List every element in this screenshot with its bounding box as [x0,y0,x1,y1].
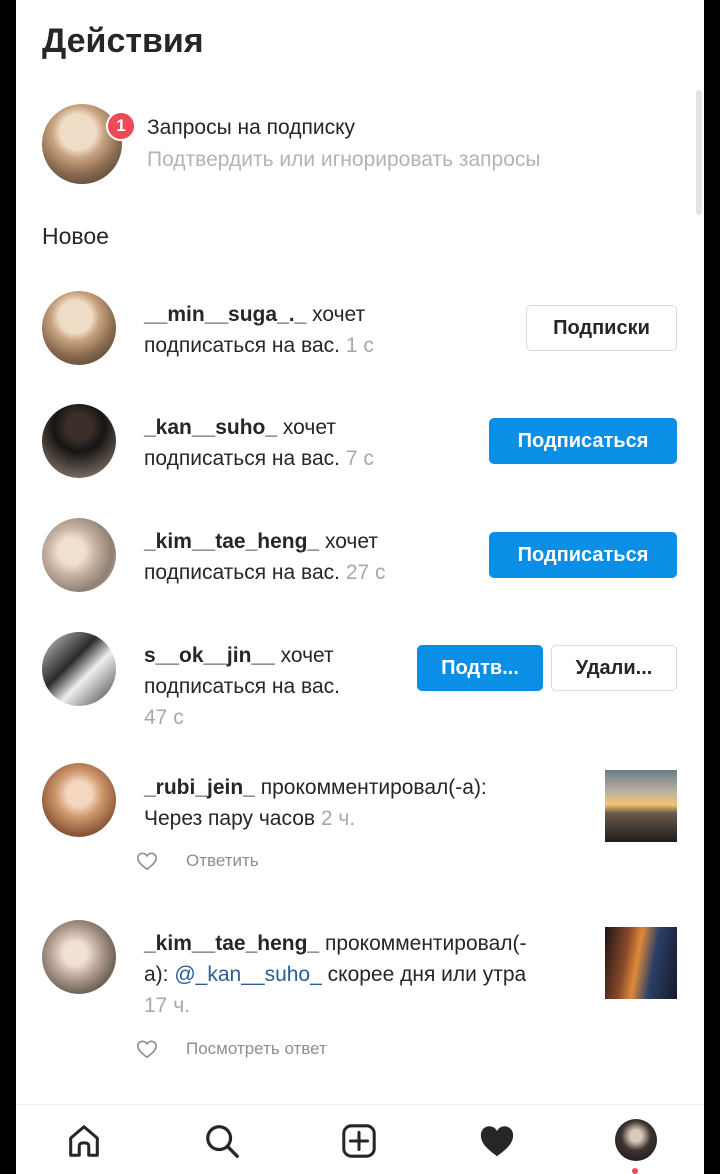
follow-request-text: _kan__suho_ хочет подписаться на вас. 7 … [144,416,374,470]
follow-request-text: _kim__tae_heng_ хочет подписаться на вас… [144,530,386,584]
username-link[interactable]: _kim__tae_heng_ [144,530,319,553]
username-link[interactable]: _rubi_jein_ [144,776,255,799]
user-avatar[interactable] [42,763,116,837]
user-avatar[interactable] [42,404,116,478]
user-avatar[interactable] [42,291,116,365]
delete-button[interactable]: Удали... [551,645,677,691]
page-title: Действия [42,22,204,60]
comment-text: _rubi_jein_ прокомментировал(-а): Через … [144,776,487,830]
requests-count-badge: 1 [106,111,136,141]
comment-text: _kim__tae_heng_ прокомментировал(- а): @… [144,932,527,1017]
user-avatar[interactable] [42,518,116,592]
activity-screen: Действия 1 Запросы на подписку Подтверди… [16,0,704,1174]
follow-request-text: __min__suga_._ хочет подписаться на вас.… [144,303,374,357]
user-avatar[interactable] [42,632,116,706]
like-heart-icon[interactable] [136,1039,158,1059]
username-link[interactable]: _kim__tae_heng_ [144,932,319,955]
follow-button[interactable]: Подписаться [489,418,677,464]
timestamp: 7 с [345,447,374,470]
notification-dot [632,1168,638,1174]
follow-request-text: s__ok__jin__ хочет подписаться на вас. 4… [144,644,340,729]
mention-link[interactable]: @_kan__suho_ [174,963,321,986]
timestamp: 17 ч. [144,994,190,1017]
tab-new-post[interactable] [339,1121,379,1161]
follow-requests-subtitle: Подтвердить или игнорировать запросы [147,148,541,171]
add-post-icon [342,1124,376,1158]
tab-search[interactable] [202,1121,242,1161]
comment-actions: Ответить [136,851,259,871]
follow-requests-title[interactable]: Запросы на подписку [147,116,355,140]
timestamp: 27 с [345,561,386,584]
user-avatar[interactable] [42,920,116,994]
view-reply-link[interactable]: Посмотреть ответ [186,1039,327,1059]
username-link[interactable]: __min__suga_._ [144,303,306,326]
timestamp: 2 ч. [320,807,356,830]
activity-heart-icon [480,1126,514,1157]
follow-button[interactable]: Подписаться [489,532,677,578]
username-link[interactable]: _kan__suho_ [144,416,277,439]
search-icon [206,1125,239,1158]
profile-avatar[interactable] [615,1119,657,1161]
comment-actions: Посмотреть ответ [136,1039,327,1059]
scrollbar[interactable] [696,90,702,215]
username-link[interactable]: s__ok__jin__ [144,644,275,667]
reply-link[interactable]: Ответить [186,851,259,871]
timestamp: 1 с [345,334,374,357]
post-thumbnail[interactable] [605,927,677,999]
section-heading-new: Новое [42,223,109,249]
tab-home[interactable] [64,1121,104,1161]
confirm-button[interactable]: Подтв... [417,645,543,691]
tab-activity[interactable] [477,1121,517,1161]
timestamp: 47 с [144,706,184,729]
home-icon [69,1125,99,1157]
like-heart-icon[interactable] [136,851,158,871]
post-thumbnail[interactable] [605,770,677,842]
bottom-tab-bar [16,1104,704,1174]
following-button[interactable]: Подписки [526,305,677,351]
